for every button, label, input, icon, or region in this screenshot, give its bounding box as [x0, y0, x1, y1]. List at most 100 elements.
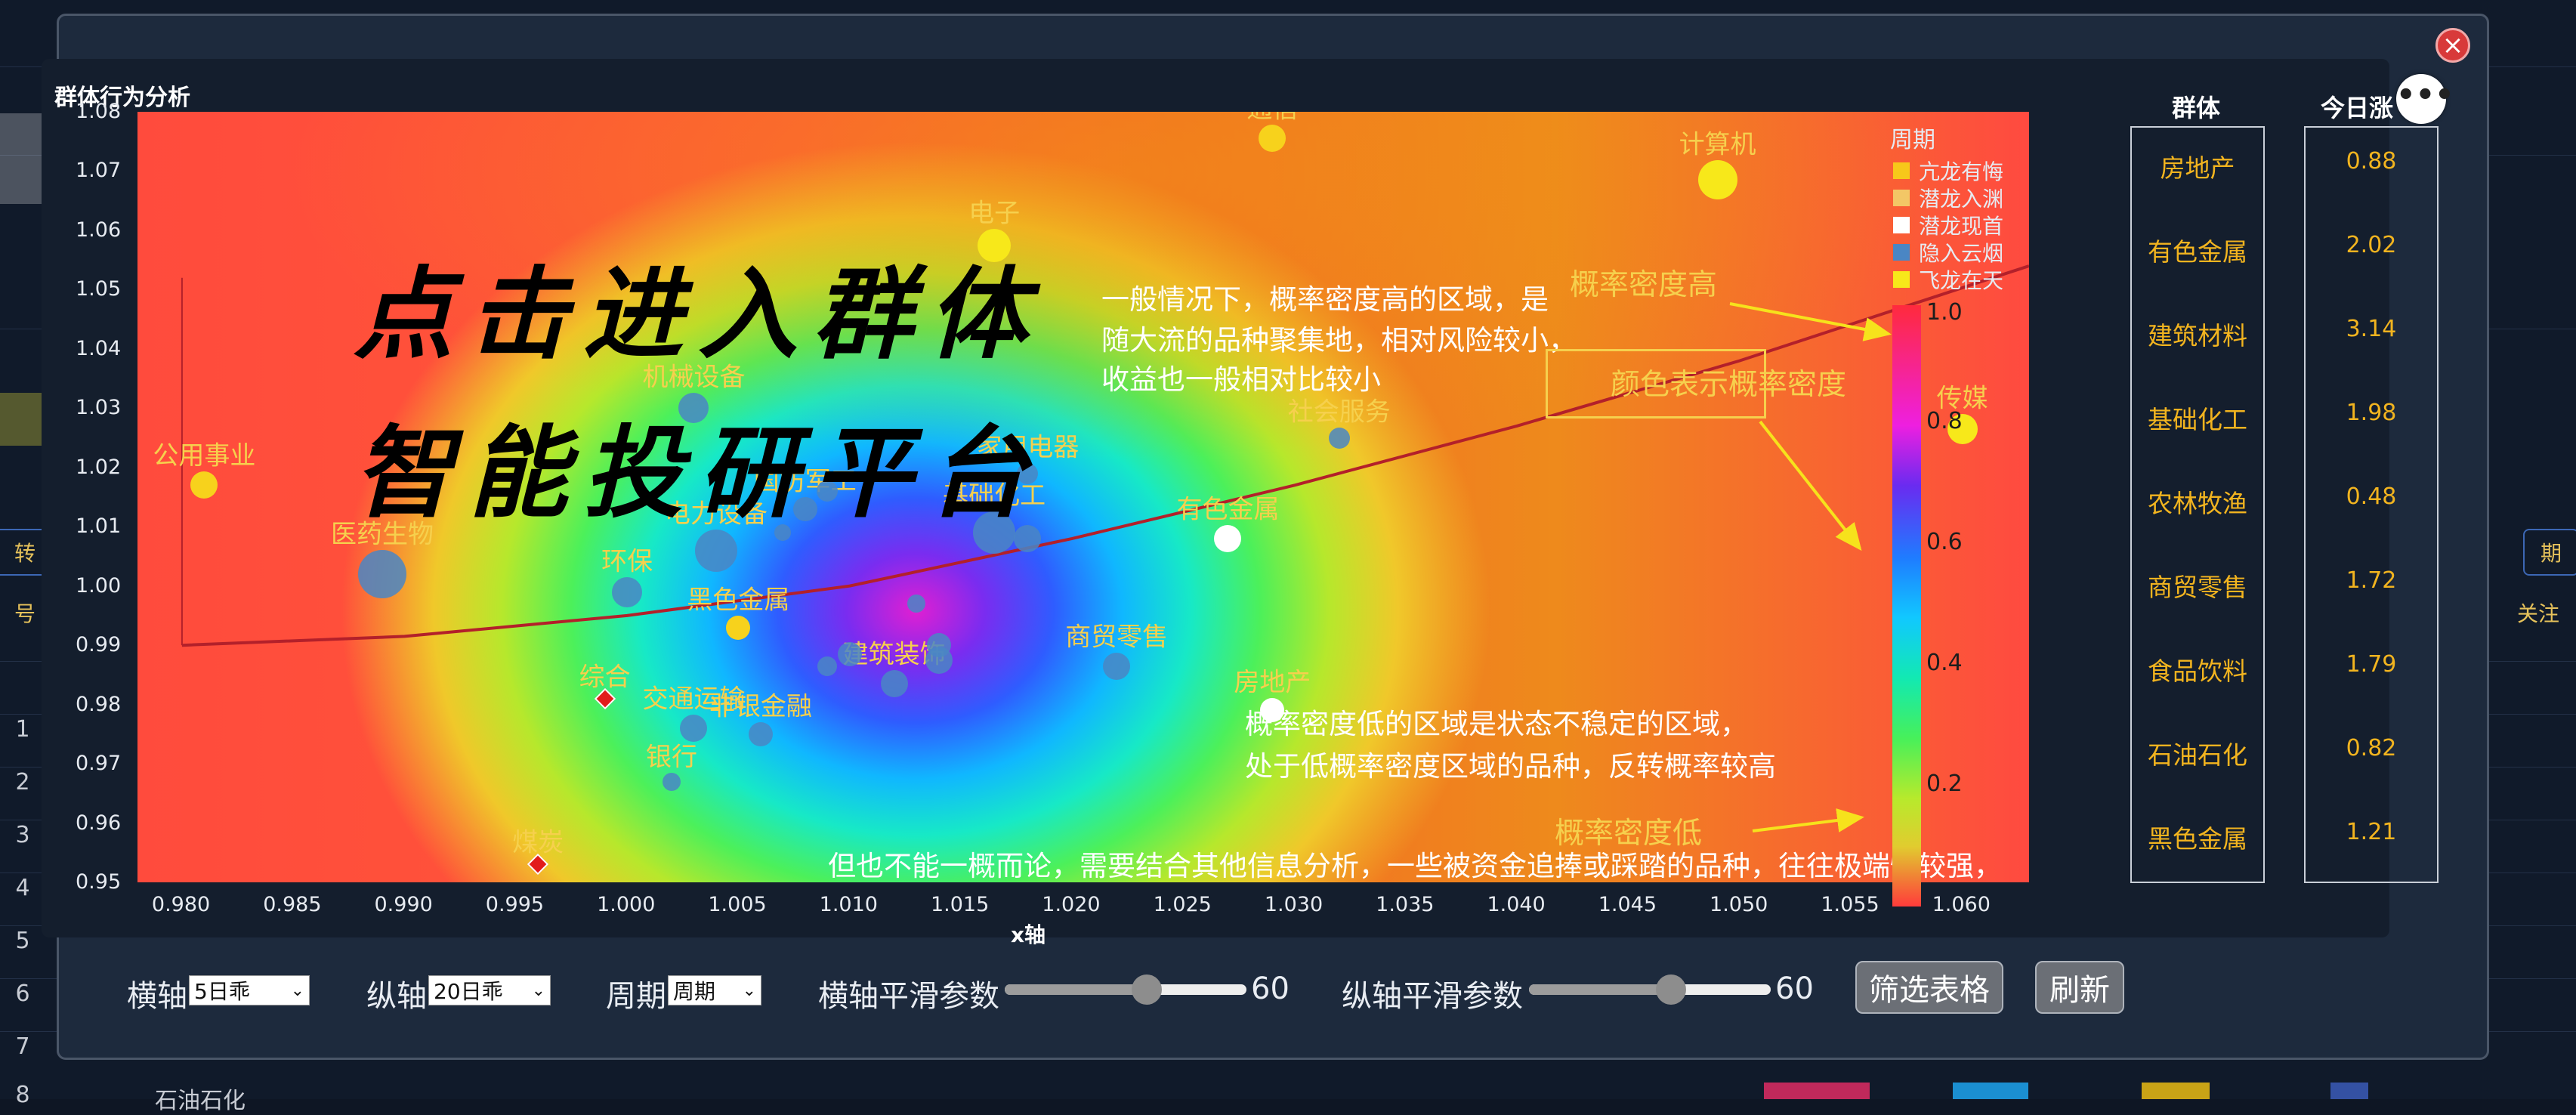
- bg-tag[interactable]: 期: [2523, 529, 2576, 576]
- bg-row-number: 6: [15, 981, 30, 1007]
- scatter-point[interactable]: [817, 656, 838, 676]
- colorbar-tick: 1.0: [1926, 299, 1963, 326]
- table-cell-group[interactable]: 农林牧渔: [2130, 483, 2265, 520]
- y-smooth-slider-fill: [1529, 984, 1671, 995]
- x-smooth-slider[interactable]: [1005, 974, 1246, 1005]
- table-cell-change[interactable]: 1.98: [2304, 400, 2439, 426]
- table-cell-change[interactable]: 1.79: [2304, 651, 2439, 678]
- table-cell-change[interactable]: 1.72: [2304, 567, 2439, 594]
- table-cell-group[interactable]: 石油石化: [2130, 735, 2265, 771]
- table-cell-group[interactable]: 基础化工: [2130, 400, 2265, 436]
- legend-label: 潜龙入渊: [1919, 187, 2004, 212]
- scatter-point[interactable]: [726, 615, 751, 640]
- table-cell-group[interactable]: 有色金属: [2130, 232, 2265, 268]
- y-smooth-slider[interactable]: [1529, 974, 1771, 1005]
- scatter-point[interactable]: [1103, 652, 1131, 680]
- y-axis-select[interactable]: 20日乖 ⌄: [428, 975, 551, 1005]
- bg-tag[interactable]: 关注: [2502, 591, 2574, 635]
- scatter-point[interactable]: [663, 772, 681, 791]
- scatter-point[interactable]: [1259, 125, 1286, 153]
- x-tick-label: 1.030: [1264, 893, 1324, 916]
- legend-swatch: [1893, 162, 1910, 179]
- more-options-button[interactable]: •••: [2396, 74, 2454, 124]
- scatter-point[interactable]: [1328, 427, 1350, 449]
- table-cell-change[interactable]: 0.48: [2304, 483, 2439, 510]
- scatter-point[interactable]: [1697, 160, 1737, 200]
- table-cell-change[interactable]: 0.88: [2304, 148, 2439, 175]
- x-tick-label: 1.055: [1821, 893, 1879, 916]
- table-cell-group[interactable]: 建筑材料: [2130, 316, 2265, 352]
- scatter-point[interactable]: [190, 471, 218, 499]
- scatter-point-label: 有色金属: [1176, 494, 1280, 525]
- y-axis-control-label: 纵轴: [366, 979, 427, 1014]
- scatter-point[interactable]: [837, 641, 862, 666]
- x-tick-label: 1.060: [1932, 893, 1991, 916]
- x-tick-label: 0.995: [485, 893, 545, 916]
- chevron-down-icon: ⌄: [531, 981, 545, 1000]
- table-cell-group[interactable]: 商贸零售: [2130, 567, 2265, 604]
- x-tick-label: 1.025: [1153, 893, 1212, 916]
- promo-line-1[interactable]: 点击进入群体: [354, 234, 1042, 378]
- legend-item[interactable]: 亢龙有悔: [1893, 156, 2003, 186]
- x-smooth-slider-thumb[interactable]: [1132, 974, 1162, 1005]
- y-smooth-slider-thumb[interactable]: [1656, 974, 1686, 1005]
- y-tick-label: 0.97: [76, 752, 122, 776]
- legend-item[interactable]: 潜龙现首: [1893, 210, 2003, 240]
- legend-item[interactable]: 飞龙在天: [1893, 264, 2003, 295]
- table-cell-change[interactable]: 0.82: [2304, 735, 2439, 761]
- period-select[interactable]: 周期 ⌄: [668, 975, 761, 1005]
- legend-label: 潜龙现首: [1919, 214, 2004, 239]
- bg-row-number: 8: [15, 1082, 30, 1108]
- table-cell-group[interactable]: 食品饮料: [2130, 651, 2265, 687]
- legend-item[interactable]: 隐入云烟: [1893, 237, 2003, 267]
- x-tick-label: 1.005: [708, 893, 767, 916]
- refresh-button[interactable]: 刷新: [2035, 961, 2124, 1014]
- scatter-point-label: 综合: [579, 662, 631, 693]
- y-tick-label: 1.02: [76, 455, 122, 479]
- bg-row-text: 石油石化: [155, 1088, 246, 1114]
- y-tick-label: 0.96: [76, 811, 122, 835]
- scatter-point[interactable]: [880, 670, 908, 698]
- legend-swatch: [1893, 190, 1910, 206]
- scatter-point-label: 房地产: [1234, 667, 1311, 698]
- close-button[interactable]: ×: [2435, 28, 2470, 63]
- label-low-density: 概率密度低: [1555, 817, 1703, 851]
- y-tick-label: 1.04: [76, 336, 122, 360]
- promo-line-2[interactable]: 智能投研平台: [354, 393, 1042, 537]
- y-tick-label: 0.99: [76, 633, 122, 657]
- x-tick-label: 0.990: [374, 893, 433, 916]
- y-tick-label: 1.01: [76, 514, 122, 539]
- table-cell-group[interactable]: 黑色金属: [2130, 819, 2265, 855]
- table-cell-change[interactable]: 3.14: [2304, 316, 2439, 342]
- legend-item[interactable]: 潜龙入渊: [1893, 183, 2003, 213]
- y-smooth-label: 纵轴平滑参数: [1342, 979, 1523, 1014]
- table-cell-change[interactable]: 2.02: [2304, 232, 2439, 258]
- legend-title: 周期: [1890, 127, 1935, 153]
- table-cell-change[interactable]: 1.21: [2304, 819, 2439, 845]
- annotation-low-density-1: 概率密度低的区域是状态不稳定的区域，: [1245, 708, 1748, 740]
- bg-row-number: 7: [15, 1033, 30, 1060]
- colorbar-tick: 0.4: [1926, 650, 1963, 676]
- scatter-point[interactable]: [1214, 524, 1242, 552]
- annotation-low-density-2: 处于低概率密度区域的品种，反转概率较高: [1245, 750, 1776, 783]
- y-tick-label: 1.00: [76, 573, 122, 598]
- legend-swatch: [1893, 244, 1910, 261]
- scatter-point[interactable]: [612, 576, 643, 607]
- table-cell-group[interactable]: 房地产: [2130, 148, 2265, 184]
- x-axis-title: x轴: [1011, 922, 1046, 947]
- scatter-point[interactable]: [358, 550, 407, 598]
- legend-swatch: [1893, 217, 1910, 233]
- y-tick-label: 1.05: [76, 277, 122, 301]
- scatter-point[interactable]: [748, 721, 773, 746]
- scatter-point[interactable]: [925, 646, 953, 674]
- x-tick-label: 1.040: [1487, 893, 1546, 916]
- scatter-point-label: 通信: [1246, 112, 1298, 125]
- x-smooth-label: 横轴平滑参数: [818, 979, 999, 1014]
- filter-table-button[interactable]: 筛选表格: [1855, 961, 2003, 1014]
- x-tick-label: 0.985: [263, 893, 322, 916]
- y-axis-select-value: 20日乖: [434, 979, 503, 1004]
- x-axis-select[interactable]: 5日乖 ⌄: [189, 975, 310, 1005]
- scatter-point[interactable]: [907, 595, 926, 613]
- colorbar-tick: 0.2: [1926, 771, 1963, 797]
- y-tick-label: 0.98: [76, 692, 122, 716]
